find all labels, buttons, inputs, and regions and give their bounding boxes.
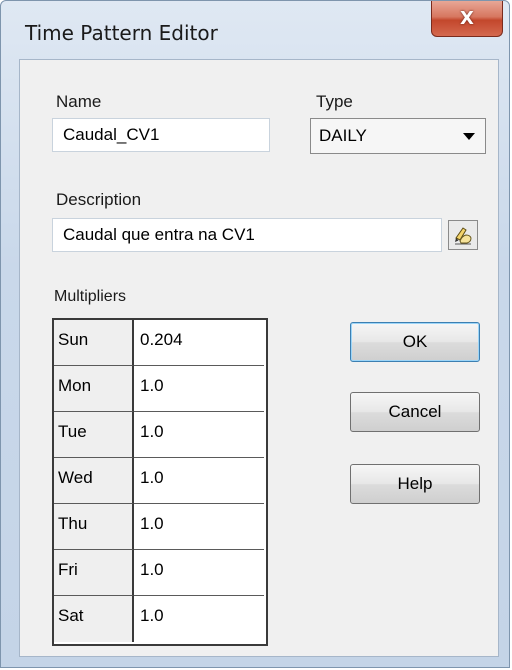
type-label: Type <box>316 92 353 111</box>
multiplier-value-cell[interactable]: 1.0 <box>134 412 264 458</box>
dialog-client-area: Name Caudal_CV1 Type DAILY Description C… <box>19 59 499 657</box>
day-cell: Tue <box>54 412 134 458</box>
edit-description-button[interactable] <box>448 220 478 250</box>
multiplier-value-cell[interactable]: 1.0 <box>134 504 264 550</box>
description-input[interactable]: Caudal que entra na CV1 <box>52 218 442 252</box>
multiplier-value-cell[interactable]: 1.0 <box>134 366 264 412</box>
name-input[interactable]: Caudal_CV1 <box>52 118 270 152</box>
multiplier-row-mon: Mon 1.0 <box>54 366 266 412</box>
ok-button[interactable]: OK <box>350 322 480 362</box>
hand-pencil-icon <box>455 227 472 245</box>
title-bar[interactable]: Time Pattern Editor X <box>1 1 509 61</box>
multiplier-row-fri: Fri 1.0 <box>54 550 266 596</box>
multipliers-grid: Sun 0.204 Mon 1.0 Tue 1.0 Wed 1.0 Thu 1.… <box>52 318 268 646</box>
multiplier-row-sun: Sun 0.204 <box>54 320 266 366</box>
multiplier-value-cell[interactable]: 1.0 <box>134 458 264 504</box>
type-select[interactable]: DAILY <box>310 118 486 154</box>
day-cell: Sat <box>54 596 134 642</box>
multiplier-value-cell[interactable]: 0.204 <box>134 320 264 366</box>
close-icon: X <box>460 8 474 29</box>
close-button[interactable]: X <box>431 1 503 37</box>
day-cell: Thu <box>54 504 134 550</box>
description-input-value: Caudal que entra na CV1 <box>63 225 255 244</box>
window-title: Time Pattern Editor <box>25 21 218 45</box>
time-pattern-editor-window: Time Pattern Editor X Name Caudal_CV1 Ty… <box>0 0 510 668</box>
day-cell: Mon <box>54 366 134 412</box>
name-label: Name <box>56 92 102 111</box>
description-label: Description <box>56 190 142 209</box>
multiplier-row-wed: Wed 1.0 <box>54 458 266 504</box>
type-select-value: DAILY <box>319 126 367 145</box>
day-cell: Fri <box>54 550 134 596</box>
multiplier-row-tue: Tue 1.0 <box>54 412 266 458</box>
multiplier-row-thu: Thu 1.0 <box>54 504 266 550</box>
multiplier-value-cell[interactable]: 1.0 <box>134 596 264 642</box>
cancel-button[interactable]: Cancel <box>350 392 480 432</box>
day-cell: Sun <box>54 320 134 366</box>
multiplier-value-cell[interactable]: 1.0 <box>134 550 264 596</box>
multiplier-row-sat: Sat 1.0 <box>54 596 266 642</box>
multipliers-label: Multipliers <box>54 288 127 305</box>
name-input-value: Caudal_CV1 <box>63 125 160 144</box>
day-cell: Wed <box>54 458 134 504</box>
chevron-down-icon <box>463 133 475 140</box>
help-button[interactable]: Help <box>350 464 480 504</box>
